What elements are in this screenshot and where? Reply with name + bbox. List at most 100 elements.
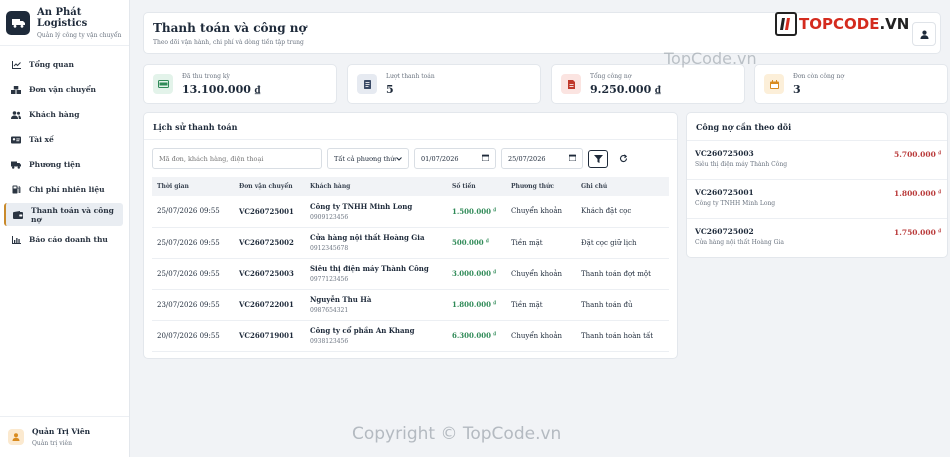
users-icon (11, 110, 21, 120)
col-time: Thời gian (157, 183, 189, 190)
date-to-input[interactable]: 25/07/2026 (501, 148, 583, 169)
col-amount: Số tiền (452, 183, 476, 190)
customer-phone: 0977123456 (310, 276, 349, 283)
sidebar-item-label: Phương tiện (29, 160, 81, 169)
cell-order[interactable]: VC260725002 (234, 227, 305, 258)
wallet-icon (13, 210, 23, 220)
cell-amount: 1.500.000 ₫ (447, 196, 506, 227)
sidebar-item-label: Báo cáo doanh thu (29, 235, 108, 244)
table-row[interactable]: 25/07/2026 09:55 VC260725003 Siêu thị đi… (152, 258, 669, 289)
sidebar-item-drivers[interactable]: Tài xế (4, 128, 123, 151)
currency-symbol: ₫ (493, 331, 496, 337)
copyright-watermark: Copyright © TopCode.vn (352, 424, 562, 444)
chart-line-icon (11, 60, 21, 70)
sidebar-item-label: Tổng quan (29, 60, 74, 69)
debt-item[interactable]: VC260725003 Siêu thị điện máy Thành Công… (687, 141, 947, 180)
amount-value: 1.750.000 (894, 228, 936, 237)
account-button[interactable] (912, 22, 936, 46)
table-row[interactable]: 25/07/2026 09:55 VC260725002 Cửa hàng nộ… (152, 227, 669, 258)
stat-label: Tổng công nợ (590, 72, 632, 80)
cell-note: Khách đặt cọc (581, 207, 632, 216)
sidebar-item-label: Chi phí nhiên liệu (29, 185, 105, 194)
stat-card-debt-orders: Đơn còn công nợ 3 (754, 64, 948, 104)
brand: An Phát Logistics Quản lý công ty vận ch… (0, 0, 129, 46)
logo-text-suffix: .VN (879, 15, 910, 33)
customer-phone: 0912345678 (310, 245, 349, 252)
cell-time: 25/07/2026 09:55 (157, 207, 220, 216)
cell-order[interactable]: VC260722001 (234, 289, 305, 320)
amount-value: 1.800.000 (452, 300, 491, 309)
currency-symbol: ₫ (493, 269, 496, 275)
sidebar-item-fuel[interactable]: Chi phí nhiên liệu (4, 178, 123, 201)
panel-title: Công nợ cần theo dõi (687, 113, 947, 141)
col-note: Ghi chú (581, 183, 608, 190)
payment-history-panel: Lịch sử thanh toán Tất cả phương thức 01… (143, 112, 678, 359)
user-avatar-icon (8, 429, 24, 445)
sidebar-item-overview[interactable]: Tổng quan (4, 53, 123, 76)
page-title: Thanh toán và công nợ (153, 21, 307, 35)
sidebar-item-shipments[interactable]: Đơn vận chuyển (4, 78, 123, 101)
customer-name: Công ty cổ phần An Khang (310, 326, 415, 335)
page-subtitle: Theo dõi vận hành, chi phí và dòng tiền … (153, 39, 304, 46)
truck-logo-icon (6, 10, 30, 35)
date-from-input[interactable]: 01/07/2026 (414, 148, 496, 169)
stat-label: Đã thu trong kỳ (182, 72, 230, 80)
topcode-logo-icon (775, 12, 797, 36)
cell-order[interactable]: VC260719001 (234, 320, 305, 351)
calendar-icon (481, 154, 490, 163)
cell-note: Đặt cọc giữ lịch (581, 238, 637, 247)
currency-symbol: ₫ (938, 150, 941, 156)
invoice-icon (561, 74, 581, 94)
method-select[interactable]: Tất cả phương thức (327, 148, 409, 169)
currency-symbol: ₫ (938, 228, 941, 234)
col-method: Phương thức (511, 183, 555, 190)
table-row[interactable]: 20/07/2026 09:55 VC260719001 Công ty cổ … (152, 320, 669, 351)
sidebar: An Phát Logistics Quản lý công ty vận ch… (0, 0, 130, 457)
stat-label: Lượt thanh toán (386, 72, 435, 80)
cell-note: Thanh toán đủ (581, 300, 633, 309)
cell-customer: Nguyễn Thu Hà 0987654321 (305, 289, 447, 320)
cell-customer: Cửa hàng nội thất Hoàng Gia 0912345678 (305, 227, 447, 258)
customer-phone: 0909123456 (310, 213, 349, 221)
stat-value: 5 (386, 82, 394, 96)
table-row[interactable]: 25/07/2026 09:55 VC260725001 Công ty TNH… (152, 196, 669, 227)
cell-note: Thanh toán hoàn tất (581, 331, 654, 340)
stat-card-payment-count: Lượt thanh toán 5 (347, 64, 541, 104)
cell-note: Thanh toán đợt một (581, 269, 651, 278)
cell-order[interactable]: VC260725003 (234, 258, 305, 289)
customer-name: Nguyễn Thu Hà (310, 295, 372, 304)
search-input[interactable] (159, 154, 315, 163)
debt-watch-panel: Công nợ cần theo dõi VC260725003 Siêu th… (686, 112, 948, 258)
filter-button[interactable] (588, 149, 608, 168)
debt-item[interactable]: VC260725002 Cửa hàng nội thất Hoàng Gia … (687, 219, 947, 258)
reset-button[interactable] (613, 149, 633, 168)
stat-card-collected: Đã thu trong kỳ 13.100.000 ₫ (143, 64, 337, 104)
amount-value: 1.500.000 (452, 206, 491, 216)
customer-phone: 0987654321 (310, 307, 349, 314)
cell-order[interactable]: VC260725001 (234, 196, 305, 227)
receipt-icon (357, 74, 377, 94)
logo-text-main: TOPCODE (799, 15, 880, 33)
amount-value: 6.300.000 (452, 331, 491, 340)
sidebar-item-revenue-report[interactable]: Báo cáo doanh thu (4, 228, 123, 251)
table-row[interactable]: 23/07/2026 09:55 VC260722001 Nguyễn Thu … (152, 289, 669, 320)
debt-item[interactable]: VC260725001 Công ty TNHH Minh Long 1.800… (687, 180, 947, 219)
cell-customer: Công ty cổ phần An Khang 0938123456 (305, 320, 447, 351)
amount-value: 3.000.000 (452, 269, 491, 278)
currency-symbol: ₫ (938, 189, 941, 195)
sidebar-item-vehicles[interactable]: Phương tiện (4, 153, 123, 176)
cell-customer: Công ty TNHH Minh Long 0909123456 (305, 196, 447, 227)
stat-card-total-debt: Tổng công nợ 9.250.000 ₫ (551, 64, 745, 104)
sidebar-nav: Tổng quan Đơn vận chuyển Khách hàng Tài … (0, 46, 129, 251)
cell-time: 23/07/2026 09:55 (157, 300, 220, 309)
cell-method: Tiền mặt (511, 238, 543, 247)
cell-method: Tiền mặt (511, 300, 543, 309)
currency-symbol: ₫ (486, 238, 489, 244)
sidebar-item-customers[interactable]: Khách hàng (4, 103, 123, 126)
user-profile[interactable]: Quản Trị Viên Quản trị viên (0, 416, 129, 457)
customer-phone: 0938123456 (310, 338, 349, 345)
stat-value: 9.250.000 ₫ (590, 82, 661, 96)
sidebar-item-payments[interactable]: Thanh toán và công nợ (4, 203, 123, 226)
money-icon (153, 74, 173, 94)
brand-subtitle: Quản lý công ty vận chuyển (37, 31, 122, 39)
